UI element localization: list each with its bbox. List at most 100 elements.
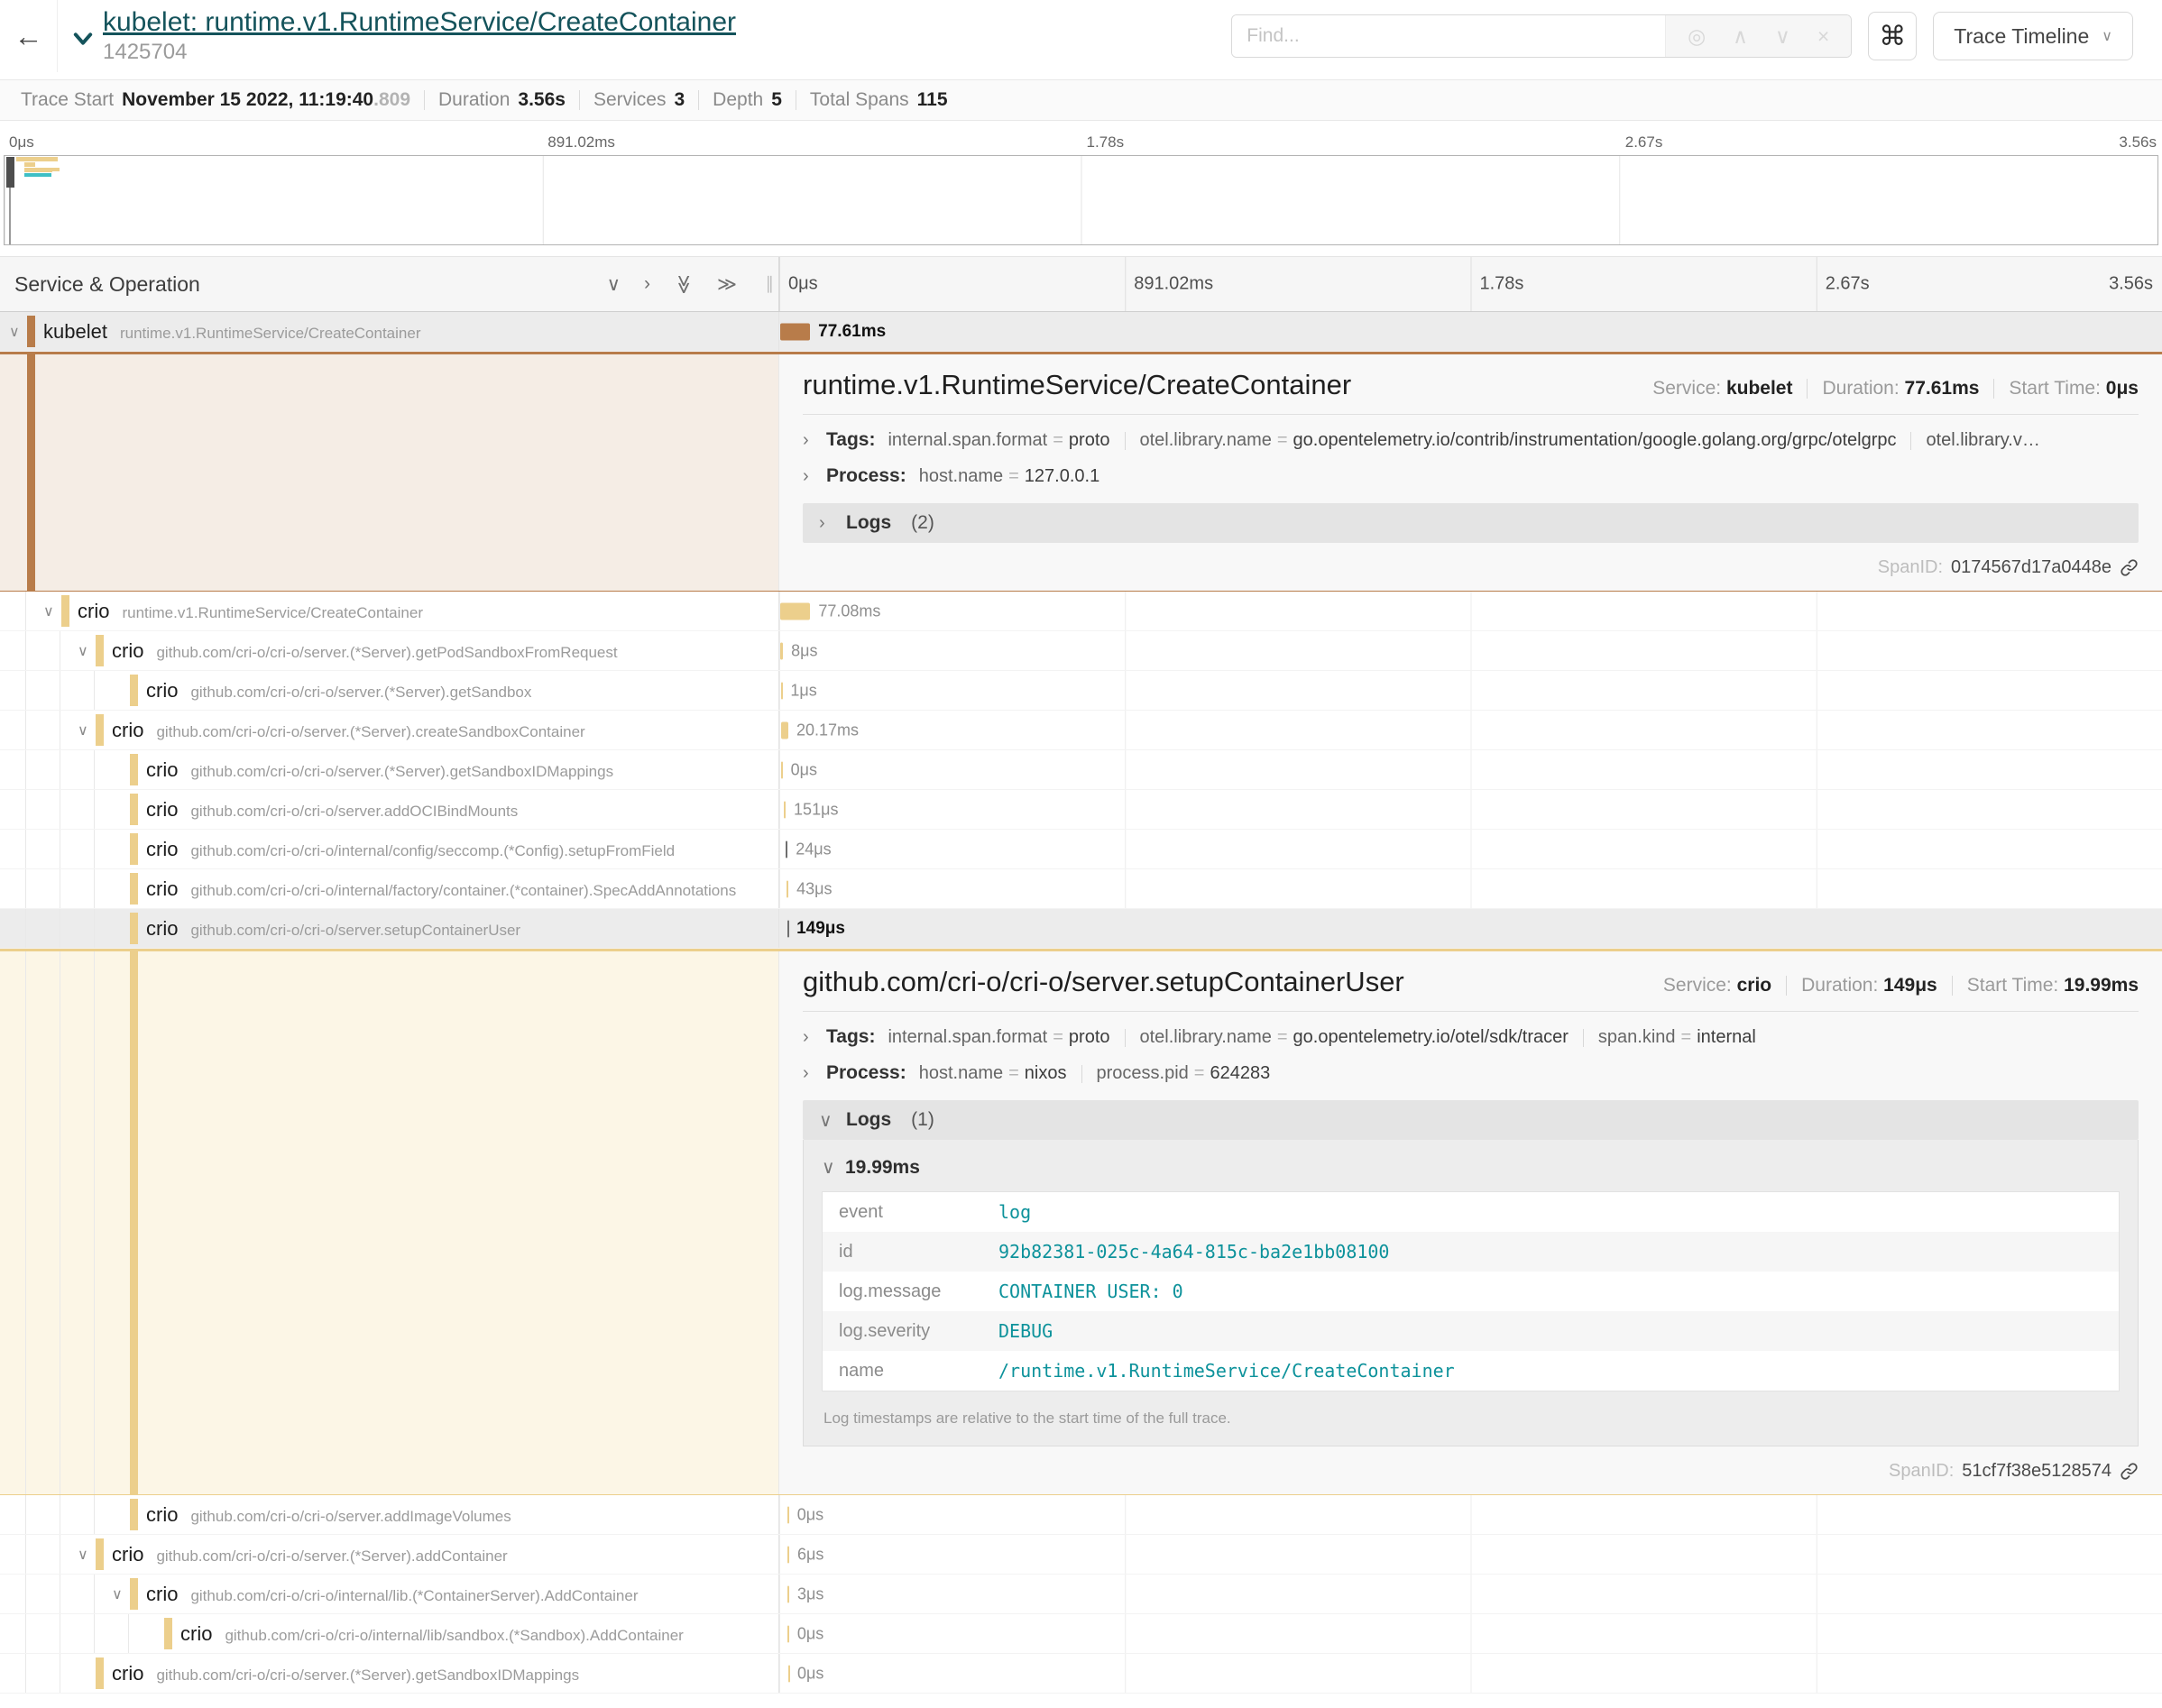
logs-count: (2) [911, 512, 934, 534]
tags-section[interactable]: ›Tags:internal.span.format=protootel.lib… [803, 429, 2139, 451]
minimap-canvas[interactable] [4, 155, 2158, 245]
duration-label: 3μs [797, 1584, 823, 1603]
divider [1807, 379, 1808, 399]
span-detail-title: github.com/cri-o/cri-o/server.setupConta… [803, 966, 1404, 998]
span-bar[interactable] [781, 761, 783, 778]
chevron-down-icon[interactable]: ∨ [78, 721, 88, 739]
logs-body: ∨19.99ms eventlogid92b82381-025c-4a64-815… [803, 1140, 2139, 1446]
span-bar[interactable] [787, 920, 789, 937]
tree-guide [25, 711, 26, 749]
minimap-viewport-handle[interactable] [6, 157, 14, 188]
span-row[interactable]: criogithub.com/cri-o/cri-o/internal/conf… [0, 830, 2162, 869]
back-button[interactable]: ← [0, 0, 58, 72]
tags-label: Tags: [826, 1026, 875, 1048]
double-chevron-right-icon[interactable]: ≫ [717, 273, 737, 296]
operation-name: github.com/cri-o/cri-o/internal/lib/sand… [225, 1627, 683, 1644]
span-bar[interactable] [780, 602, 810, 620]
keyboard-shortcuts-button[interactable]: ⌘ [1868, 12, 1917, 60]
span-detail-left-gutter [0, 951, 779, 1494]
find-input[interactable] [1232, 15, 1665, 57]
span-row-label: ∨criogithub.com/cri-o/cri-o/server.(*Ser… [0, 711, 779, 749]
span-row[interactable]: ∨kubeletruntime.v1.RuntimeService/Create… [0, 312, 2162, 352]
span-row[interactable]: criogithub.com/cri-o/cri-o/server.setupC… [0, 909, 2162, 949]
log-entry-toggle[interactable]: ∨19.99ms [822, 1156, 2120, 1179]
chevron-up-icon[interactable]: ∧ [1733, 24, 1748, 49]
meta-item: Service: kubelet [1652, 378, 1792, 399]
span-bar[interactable] [787, 1625, 789, 1642]
double-chevron-down-icon[interactable]: ≫ [673, 274, 695, 294]
log-fields-table: eventlogid92b82381-025c-4a64-815c-ba2e1b… [822, 1191, 2120, 1391]
span-row-label: criogithub.com/cri-o/cri-o/server.addIma… [0, 1495, 779, 1534]
chevron-down-icon[interactable]: ∨ [9, 323, 20, 341]
span-bar[interactable] [786, 840, 787, 858]
start-time-value: 19.99ms [2064, 975, 2139, 996]
span-bar[interactable] [781, 721, 788, 739]
tree-guide [25, 1575, 26, 1613]
span-row[interactable]: criogithub.com/cri-o/cri-o/server.addOCI… [0, 790, 2162, 830]
trace-duration: Duration3.56s [425, 89, 579, 111]
span-row[interactable]: criogithub.com/cri-o/cri-o/server.(*Serv… [0, 750, 2162, 790]
span-bar[interactable] [788, 1665, 790, 1682]
view-selector-button[interactable]: Trace Timeline ∨ [1933, 12, 2133, 60]
span-bar[interactable] [787, 1506, 789, 1523]
span-bar[interactable] [787, 1585, 789, 1602]
span-row[interactable]: ∨criogithub.com/cri-o/cri-o/server.(*Ser… [0, 711, 2162, 750]
span-bar[interactable] [780, 642, 783, 659]
start-time-value: 0μs [2106, 378, 2139, 399]
divider [1081, 1065, 1082, 1083]
trace-collapse-chevron-icon[interactable] [70, 26, 96, 56]
logs-section-toggle[interactable]: ∨Logs(1) [803, 1100, 2139, 1140]
app-header: ← kubelet: runtime.v1.RuntimeService/Cre… [0, 0, 2162, 72]
chevron-right-icon[interactable]: › [644, 273, 650, 295]
chevron-down-icon[interactable]: ∨ [43, 602, 54, 620]
span-row[interactable]: ∨criogithub.com/cri-o/cri-o/server.(*Ser… [0, 1535, 2162, 1575]
span-row[interactable]: criogithub.com/cri-o/cri-o/internal/fact… [0, 869, 2162, 909]
duration-label: 6μs [797, 1545, 823, 1564]
span-color-bar [130, 675, 138, 706]
meta-item: Start Time: 0μs [2009, 378, 2139, 399]
chevron-down-icon[interactable]: ∨ [78, 1546, 88, 1564]
span-row[interactable]: criogithub.com/cri-o/cri-o/server.(*Serv… [0, 1654, 2162, 1694]
span-bar[interactable] [787, 880, 788, 897]
link-icon[interactable] [2120, 558, 2139, 577]
tags-section[interactable]: ›Tags:internal.span.format=protootel.lib… [803, 1026, 2139, 1048]
chevron-down-icon[interactable]: ∨ [1775, 24, 1790, 49]
tag-item: internal.span.format=proto [888, 430, 1109, 451]
span-row[interactable]: criogithub.com/cri-o/cri-o/server.addIma… [0, 1495, 2162, 1535]
column-resizer-handle[interactable]: ∥ [766, 274, 776, 295]
log-field-key: id [823, 1242, 998, 1263]
meta-item: Start Time: 19.99ms [1967, 975, 2139, 996]
chevron-down-icon[interactable]: ∨ [112, 1585, 123, 1603]
tree-guide [25, 1495, 26, 1534]
process-label: Process: [826, 465, 906, 487]
span-row-label: criogithub.com/cri-o/cri-o/internal/lib/… [0, 1614, 779, 1653]
trace-title-link[interactable]: kubelet: runtime.v1.RuntimeService/Creat… [103, 7, 736, 39]
span-row-label: ∨kubeletruntime.v1.RuntimeService/Create… [0, 312, 779, 351]
span-row[interactable]: criogithub.com/cri-o/cri-o/internal/lib/… [0, 1614, 2162, 1654]
span-bar[interactable] [780, 323, 810, 340]
span-row[interactable]: criogithub.com/cri-o/cri-o/server.(*Serv… [0, 671, 2162, 711]
operation-name: github.com/cri-o/cri-o/internal/config/s… [190, 842, 675, 859]
span-bar[interactable] [784, 801, 786, 818]
link-icon[interactable] [2120, 1462, 2139, 1481]
log-field-key: log.message [823, 1281, 998, 1302]
span-row-label: ∨criogithub.com/cri-o/cri-o/internal/lib… [0, 1575, 779, 1613]
service-name: crio [112, 719, 143, 741]
chevron-down-icon[interactable]: ∨ [78, 642, 88, 660]
close-icon[interactable]: × [1817, 24, 1829, 49]
service-operation-header: Service & Operation ∨›≫≫ ∥ [0, 257, 779, 311]
span-row[interactable]: ∨criogithub.com/cri-o/cri-o/server.(*Ser… [0, 631, 2162, 671]
span-row[interactable]: ∨criogithub.com/cri-o/cri-o/internal/lib… [0, 1575, 2162, 1614]
process-section[interactable]: ›Process:host.name=127.0.0.1 [803, 465, 2139, 487]
logs-section-toggle[interactable]: ›Logs(2) [803, 503, 2139, 543]
crosshair-icon[interactable]: ◎ [1688, 24, 1706, 49]
span-bar[interactable] [781, 682, 783, 699]
span-row-label: criogithub.com/cri-o/cri-o/server.(*Serv… [0, 750, 779, 789]
process-section[interactable]: ›Process:host.name=nixosprocess.pid=6242… [803, 1062, 2139, 1084]
span-row[interactable]: ∨crioruntime.v1.RuntimeService/CreateCon… [0, 592, 2162, 631]
span-name: criogithub.com/cri-o/cri-o/server.setupC… [146, 917, 520, 941]
span-bar[interactable] [787, 1546, 789, 1563]
chevron-down-icon[interactable]: ∨ [607, 273, 621, 296]
span-name: criogithub.com/cri-o/cri-o/server.addIma… [146, 1503, 511, 1527]
log-field-value: log [998, 1201, 1031, 1223]
